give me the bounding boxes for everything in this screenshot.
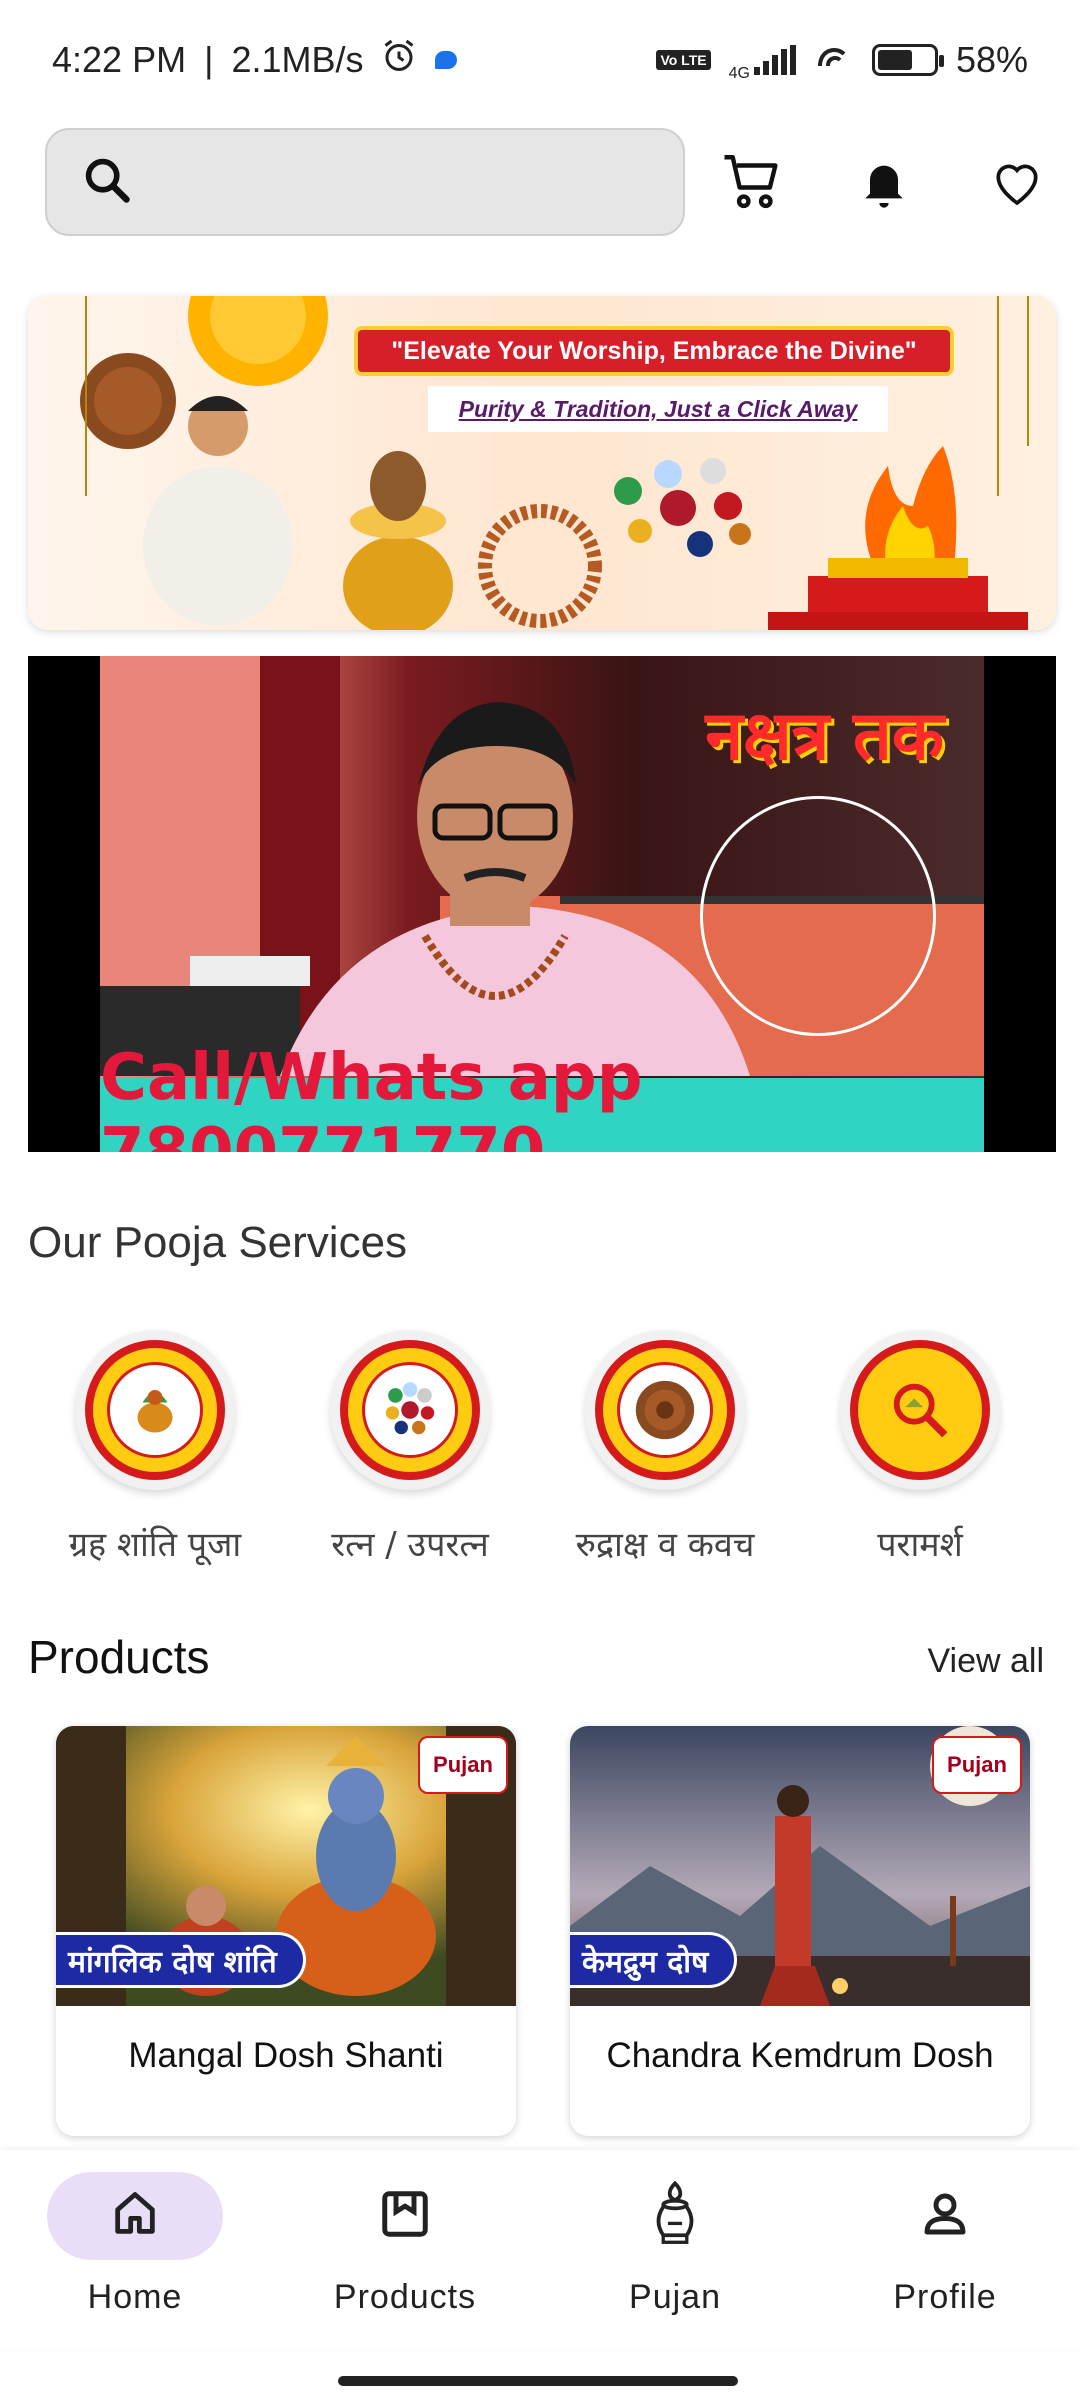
product-name: Chandra Kemdrum Dosh [606, 2036, 994, 2075]
bottom-navigation: Home Products Pujan Profile [0, 2150, 1080, 2350]
status-time: 4:22 PM [52, 39, 187, 80]
nav-label: Home [87, 2278, 183, 2316]
kalash-icon [650, 2180, 700, 2252]
video-caption: Call/Whats app 7800771770 [100, 1041, 984, 1152]
product-card-mangal[interactable]: Pujan मांगलिक दोष शांति Mangal Dosh Shan… [56, 1726, 516, 2136]
battery-icon [871, 44, 944, 76]
search-input[interactable] [153, 161, 673, 203]
product-card-chandra[interactable]: Pujan केमद्रुम दोष Chandra Kemdrum Dosh [570, 1726, 1030, 2136]
cart-icon[interactable] [710, 140, 794, 224]
service-label: ग्रह शांति पूजा [68, 1525, 242, 1565]
message-notification-icon [435, 51, 458, 69]
banner-headline: "Elevate Your Worship, Embrace the Divin… [354, 326, 954, 376]
service-label: रुद्राक्ष व कवच [575, 1525, 755, 1565]
service-label: परामर्श [877, 1525, 963, 1565]
battery-percent: 58% [955, 39, 1028, 80]
nav-products-pill [317, 2172, 493, 2260]
volte-icon: Vo LTE [656, 50, 711, 70]
app-header [0, 120, 1080, 240]
video-title: नक्षत्र तक [705, 697, 944, 776]
nav-pujan-pill [587, 2172, 763, 2260]
nav-label: Products [333, 2278, 477, 2316]
nav-label: Profile [893, 2278, 997, 2316]
view-all-link[interactable]: View all [927, 1642, 1044, 1681]
nav-products[interactable]: Products [270, 2172, 540, 2317]
nav-profile[interactable]: Profile [810, 2172, 1080, 2317]
pooja-services-list: ग्रह शांति पूजा रत्न / उपरत्न रुद्राक्ष … [0, 1330, 1080, 1580]
nav-profile-pill [857, 2172, 1033, 2260]
products-title: Products [28, 1631, 210, 1683]
service-ratna[interactable]: रत्न / उपरत्न [285, 1330, 535, 1566]
nav-home[interactable]: Home [0, 2172, 270, 2317]
product-name: Mangal Dosh Shanti [128, 2036, 444, 2075]
gems-icon [362, 1362, 458, 1458]
product-image: Pujan केमद्रुम दोष [570, 1726, 1030, 2006]
rudraksha-icon [617, 1362, 713, 1458]
search-icon [81, 154, 133, 211]
wifi-calling-icon [814, 39, 854, 81]
signal-icon [753, 45, 796, 75]
bell-icon[interactable] [842, 140, 926, 224]
product-image: Pujan मांगलिक दोष शांति [56, 1726, 516, 2006]
service-icon-frame [75, 1330, 235, 1490]
person-icon [918, 2187, 972, 2246]
service-consultation[interactable]: परामर्श [795, 1330, 1045, 1566]
video-loading-ring [700, 796, 936, 1036]
status-separator: | [204, 39, 214, 80]
consultation-icon [872, 1362, 968, 1458]
service-graha-shanti[interactable]: ग्रह शांति पूजा [30, 1330, 280, 1566]
nav-label: Pujan [629, 2278, 721, 2316]
video-frame: नक्षत्र तक Call/Whats app 7800771770 [100, 656, 984, 1152]
network-type: 4G [728, 65, 750, 82]
status-speed: 2.1MB/s [231, 39, 364, 80]
video-player[interactable]: नक्षत्र तक Call/Whats app 7800771770 [28, 656, 1056, 1152]
service-label: रत्न / उपरत्न [331, 1525, 489, 1565]
service-icon-frame [585, 1330, 745, 1490]
status-bar: 4:22 PM | 2.1MB/s Vo LTE 4G 58% [0, 0, 1080, 120]
home-indicator[interactable] [338, 2376, 738, 2386]
alarm-icon [381, 38, 417, 83]
status-right: Vo LTE 4G 58% [656, 37, 1028, 83]
banner-tagline: Purity & Tradition, Just a Click Away [428, 386, 888, 432]
pooja-services-title: Our Pooja Services [28, 1218, 408, 1267]
kalash-icon [107, 1362, 203, 1458]
heart-icon[interactable] [975, 140, 1059, 224]
nav-home-pill [47, 2172, 223, 2260]
promo-banner[interactable]: "Elevate Your Worship, Embrace the Divin… [28, 296, 1056, 630]
service-icon-frame [840, 1330, 1000, 1490]
bookmark-box-icon [378, 2187, 432, 2246]
service-icon-frame [330, 1330, 490, 1490]
service-rudraksha[interactable]: रुद्राक्ष व कवच [540, 1330, 790, 1566]
brand-badge: Pujan [418, 1736, 508, 1794]
product-tag: केमद्रुम दोष [570, 1932, 738, 1988]
home-icon [109, 2188, 161, 2245]
nav-pujan[interactable]: Pujan [540, 2172, 810, 2317]
search-bar[interactable] [45, 128, 685, 236]
brand-badge: Pujan [932, 1736, 1022, 1794]
product-tag: मांगलिक दोष शांति [56, 1932, 306, 1988]
status-left: 4:22 PM | 2.1MB/s [52, 38, 458, 83]
